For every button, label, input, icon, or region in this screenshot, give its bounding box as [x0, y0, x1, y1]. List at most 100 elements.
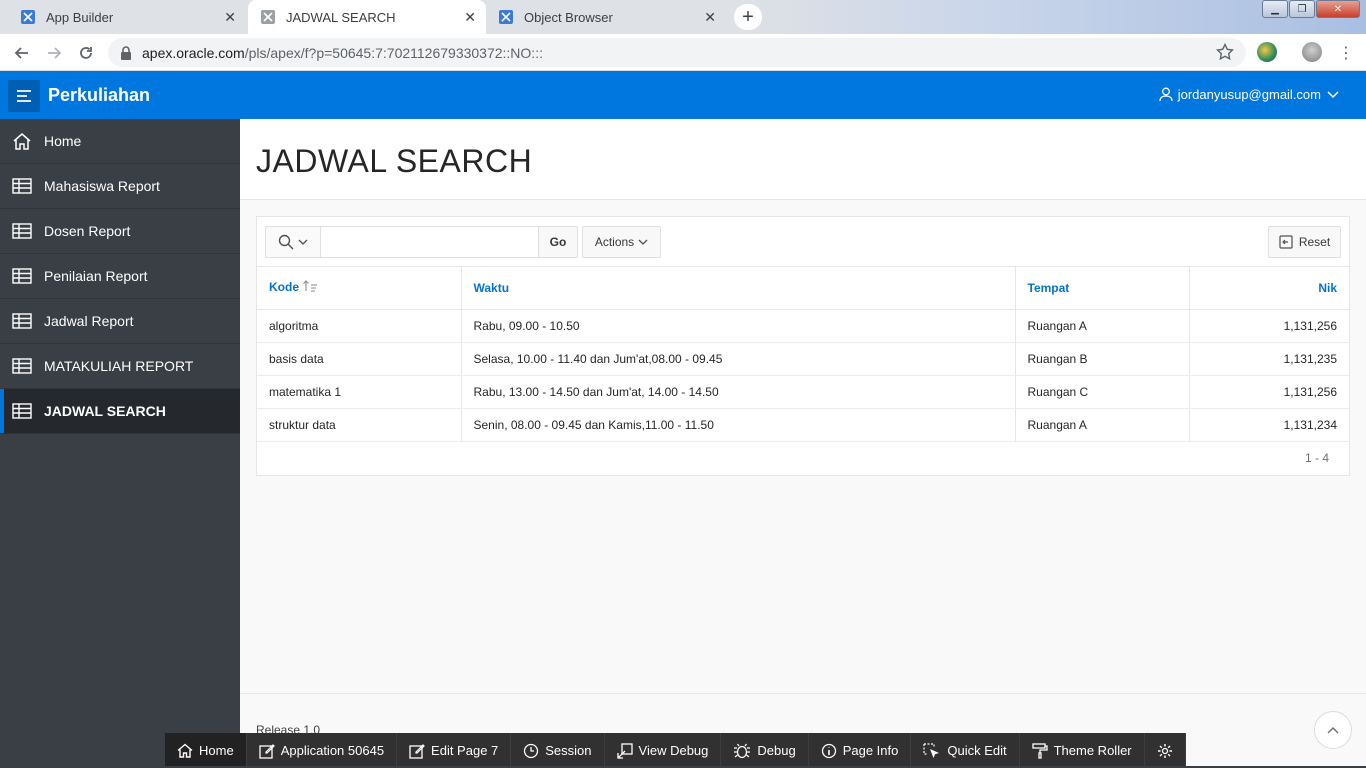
- dev-home-button[interactable]: Home: [165, 733, 247, 768]
- sidebar-item-jadwal-search[interactable]: JADWAL SEARCH: [0, 389, 240, 434]
- home-icon: [12, 131, 32, 151]
- browser-tab-app-builder[interactable]: App Builder ✕: [8, 0, 246, 34]
- app-title[interactable]: Perkuliahan: [48, 85, 150, 106]
- app-header: Perkuliahan jordanyusup@gmail.com: [0, 71, 1366, 119]
- dev-button-label: Page Info: [842, 743, 899, 758]
- dev-theme-roller-button[interactable]: Theme Roller: [1019, 733, 1145, 768]
- scroll-to-top-button[interactable]: [1314, 711, 1352, 749]
- column-header-tempat[interactable]: Tempat: [1015, 267, 1190, 310]
- dev-view-debug-button[interactable]: View Debug: [604, 733, 722, 768]
- user-menu[interactable]: jordanyusup@gmail.com: [1159, 87, 1344, 102]
- actions-menu-button[interactable]: Actions: [582, 226, 661, 258]
- table-icon: [12, 311, 32, 331]
- sidebar-item-penilaian-report[interactable]: Penilaian Report: [0, 254, 240, 299]
- bug-icon: [734, 743, 751, 758]
- cell-nik: 1,131,235: [1189, 342, 1349, 376]
- url-field[interactable]: apex.oracle.com/pls/apex/f?p=50645:7:702…: [108, 38, 1246, 67]
- cell-tempat: Ruangan A: [1015, 408, 1190, 442]
- search-input[interactable]: [320, 226, 539, 258]
- cell-nik: 1,131,256: [1189, 375, 1349, 409]
- dev-edit-page-button[interactable]: Edit Page 7: [397, 733, 512, 768]
- reset-button[interactable]: Reset: [1268, 226, 1341, 258]
- sidebar-item-mahasiswa-report[interactable]: Mahasiswa Report: [0, 164, 240, 209]
- cell-kode: struktur data: [257, 408, 462, 442]
- sort-ascending-icon: [302, 280, 318, 295]
- user-email: jordanyusup@gmail.com: [1177, 87, 1321, 102]
- browser-menu-icon[interactable]: ⋮: [1334, 41, 1358, 65]
- cell-tempat: Ruangan C: [1015, 375, 1190, 409]
- dev-debug-button[interactable]: Debug: [721, 733, 809, 768]
- title-region: JADWAL SEARCH: [240, 119, 1366, 200]
- dev-button-label: Session: [545, 743, 592, 758]
- cell-kode: matematika 1: [257, 375, 462, 409]
- edit-icon: [259, 743, 275, 759]
- dev-quick-edit-button[interactable]: Quick Edit: [911, 733, 1020, 768]
- gear-icon: [1157, 743, 1172, 758]
- sidebar-item-jadwal-report[interactable]: Jadwal Report: [0, 299, 240, 344]
- forward-arrow-icon[interactable]: [42, 41, 66, 65]
- column-header-kode[interactable]: Kode: [257, 267, 462, 310]
- page-title: JADWAL SEARCH: [256, 143, 533, 179]
- search-columns-button[interactable]: [265, 226, 321, 258]
- sidebar-item-label: Jadwal Report: [44, 313, 134, 329]
- tab-title: JADWAL SEARCH: [286, 9, 396, 25]
- maximize-button[interactable]: ❐: [1289, 0, 1315, 18]
- address-bar: apex.oracle.com/pls/apex/f?p=50645:7:702…: [0, 34, 1366, 71]
- hamburger-icon: [17, 90, 31, 102]
- table-row: algoritma Rabu, 09.00 - 10.50 Ruangan A …: [257, 309, 1349, 343]
- dev-settings-button[interactable]: [1144, 733, 1186, 768]
- apex-favicon-icon: [20, 9, 36, 25]
- profile-avatar-icon[interactable]: [1302, 42, 1322, 62]
- table-row: struktur data Senin, 08.00 - 09.45 dan K…: [257, 408, 1349, 442]
- sidebar-item-label: Dosen Report: [44, 223, 131, 239]
- sidebar-item-dosen-report[interactable]: Dosen Report: [0, 209, 240, 254]
- paint-roller-icon: [1031, 742, 1048, 759]
- browser-tab-jadwal-search[interactable]: JADWAL SEARCH ✕: [248, 0, 486, 34]
- go-button[interactable]: Go: [538, 226, 578, 258]
- lock-icon: [120, 45, 132, 60]
- sidebar-item-label: Home: [44, 133, 82, 149]
- dev-session-button[interactable]: Session: [511, 733, 605, 768]
- browser-tab-object-browser[interactable]: Object Browser ✕: [486, 0, 726, 34]
- nav-toggle-button[interactable]: [8, 80, 40, 112]
- close-window-button[interactable]: ✕: [1316, 0, 1360, 18]
- minimize-button[interactable]: ▁: [1262, 0, 1288, 18]
- url-path: /pls/apex/f?p=50645:7:702112679330372::N…: [244, 44, 543, 61]
- url-domain: apex.oracle.com: [142, 44, 245, 61]
- reload-icon[interactable]: [74, 41, 98, 65]
- footer-divider: [240, 693, 1366, 694]
- new-tab-button[interactable]: +: [734, 4, 762, 30]
- cell-waktu: Rabu, 09.00 - 10.50: [461, 309, 1016, 343]
- sidebar-item-home[interactable]: Home: [0, 119, 240, 164]
- bookmark-star-icon[interactable]: [1215, 42, 1235, 66]
- cell-waktu: Selasa, 10.00 - 11.40 dan Jum'at,08.00 -…: [461, 342, 1016, 376]
- chevron-down-icon: [638, 239, 648, 245]
- dev-application-button[interactable]: Application 50645: [246, 733, 398, 768]
- tab-title: App Builder: [46, 9, 114, 25]
- view-debug-icon: [616, 742, 633, 759]
- side-navigation: Home Mahasiswa Report Dosen Report Penil…: [0, 119, 240, 768]
- close-tab-icon[interactable]: ✕: [704, 9, 716, 26]
- main-content: JADWAL SEARCH Go Actions Reset Kode Wakt…: [240, 119, 1366, 768]
- search-icon: [278, 234, 294, 250]
- column-header-label: Kode: [269, 280, 299, 295]
- dev-button-label: Theme Roller: [1053, 743, 1132, 758]
- report-table: Kode Waktu Tempat Nik algoritma Rabu, 09…: [257, 267, 1349, 442]
- cell-kode: algoritma: [257, 309, 462, 343]
- developer-toolbar: Home Application 50645 Edit Page 7 Sessi…: [165, 733, 1186, 768]
- window-controls: ▁ ❐ ✕: [1262, 0, 1361, 18]
- sidebar-item-matakuliah-report[interactable]: MATAKULIAH REPORT: [0, 344, 240, 389]
- back-arrow-icon[interactable]: [10, 41, 34, 65]
- column-header-waktu[interactable]: Waktu: [461, 267, 1016, 310]
- home-icon: [177, 743, 193, 758]
- dev-page-info-button[interactable]: Page Info: [808, 733, 912, 768]
- close-tab-icon[interactable]: ✕: [224, 9, 236, 26]
- cell-nik: 1,131,256: [1189, 309, 1349, 343]
- report-toolbar: Go Actions Reset: [257, 217, 1349, 267]
- cell-tempat: Ruangan A: [1015, 309, 1190, 343]
- extension-icon[interactable]: [1257, 42, 1277, 62]
- close-tab-icon[interactable]: ✕: [464, 9, 476, 26]
- quick-edit-icon: [923, 742, 940, 758]
- apex-favicon-icon: [260, 9, 276, 25]
- column-header-nik[interactable]: Nik: [1189, 267, 1349, 310]
